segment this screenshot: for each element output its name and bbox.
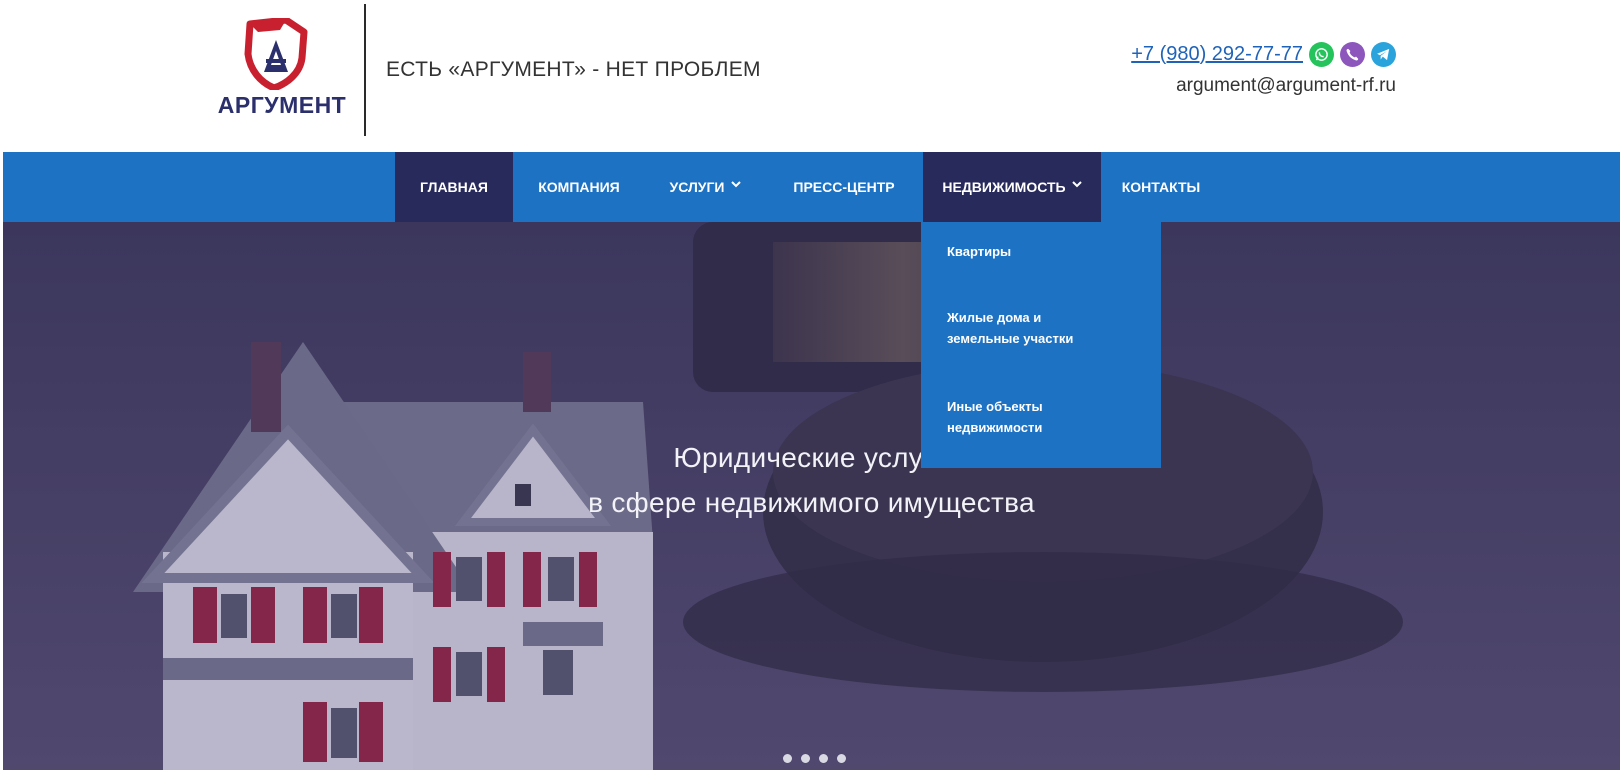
viber-icon[interactable] bbox=[1340, 41, 1365, 67]
slider-dot[interactable] bbox=[819, 754, 828, 763]
nav-label: ГЛАВНАЯ bbox=[420, 179, 488, 195]
nav-item-contacts[interactable]: КОНТАКТЫ bbox=[1101, 152, 1221, 222]
nav-item-company[interactable]: КОМПАНИЯ bbox=[513, 152, 645, 222]
hero-caption-line2: в сфере недвижимого имущества bbox=[588, 487, 1035, 518]
slider-dot[interactable] bbox=[801, 754, 810, 763]
dropdown-item-label: Жилые дома и bbox=[947, 310, 1042, 325]
nav-label: НЕДВИЖИМОСТЬ bbox=[942, 179, 1066, 195]
nav-label: КОНТАКТЫ bbox=[1121, 179, 1201, 195]
dropdown-item-apartments[interactable]: Квартиры bbox=[947, 241, 1011, 262]
header-divider bbox=[364, 4, 366, 136]
nav-label: ПРЕСС-ЦЕНТР bbox=[793, 179, 895, 195]
phone-row: +7 (980) 292-77-77 bbox=[1131, 40, 1396, 68]
chevron-down-icon bbox=[730, 180, 741, 187]
site-header: АРГУМЕНТ ЕСТЬ «АРГУМЕНТ» - НЕТ ПРОБЛЕМ +… bbox=[0, 0, 1620, 152]
dropdown-item-other-property[interactable]: Иные объекты недвижимости bbox=[947, 396, 1043, 438]
shield-logo-icon bbox=[244, 18, 308, 90]
nav-item-real-estate[interactable]: НЕДВИЖИМОСТЬ bbox=[923, 152, 1101, 222]
nav-item-press-center[interactable]: ПРЕСС-ЦЕНТР bbox=[765, 152, 923, 222]
slider-dot[interactable] bbox=[783, 754, 792, 763]
dropdown-item-label: Квартиры bbox=[947, 244, 1012, 259]
real-estate-dropdown: Квартиры Жилые дома и земельные участки … bbox=[921, 222, 1161, 468]
email-link[interactable]: argument@argument-rf.ru bbox=[1131, 75, 1396, 97]
hero-slider[interactable]: Юридические услуги в сфере недвижимого и… bbox=[3, 222, 1620, 770]
tagline: ЕСТЬ «АРГУМЕНТ» - НЕТ ПРОБЛЕМ bbox=[386, 58, 761, 81]
slider-dot[interactable] bbox=[837, 754, 846, 763]
nav-item-services[interactable]: УСЛУГИ bbox=[645, 152, 765, 222]
site-logo[interactable]: АРГУМЕНТ bbox=[212, 18, 352, 123]
hero-caption-line1: Юридические услуги bbox=[673, 442, 950, 473]
phone-link[interactable]: +7 (980) 292-77-77 bbox=[1131, 43, 1303, 66]
whatsapp-icon[interactable] bbox=[1309, 41, 1334, 67]
nav-item-home[interactable]: ГЛАВНАЯ bbox=[395, 152, 513, 222]
telegram-icon[interactable] bbox=[1371, 41, 1396, 67]
slider-dots bbox=[783, 754, 846, 763]
dropdown-item-label: земельные участки bbox=[947, 331, 1074, 346]
dropdown-item-label: недвижимости bbox=[947, 420, 1043, 435]
chevron-down-icon bbox=[1071, 180, 1082, 187]
logo-text: АРГУМЕНТ bbox=[217, 92, 347, 118]
nav-label: КОМПАНИЯ bbox=[538, 179, 620, 195]
dropdown-item-label: Иные объекты bbox=[947, 399, 1043, 414]
dropdown-item-houses-land[interactable]: Жилые дома и земельные участки bbox=[947, 307, 1073, 349]
contacts-block: +7 (980) 292-77-77 argument@argument-rf.… bbox=[1131, 40, 1396, 97]
main-navigation: ГЛАВНАЯ КОМПАНИЯ УСЛУГИ ПРЕСС-ЦЕНТР НЕДВ… bbox=[3, 152, 1620, 222]
nav-label: УСЛУГИ bbox=[669, 179, 725, 195]
